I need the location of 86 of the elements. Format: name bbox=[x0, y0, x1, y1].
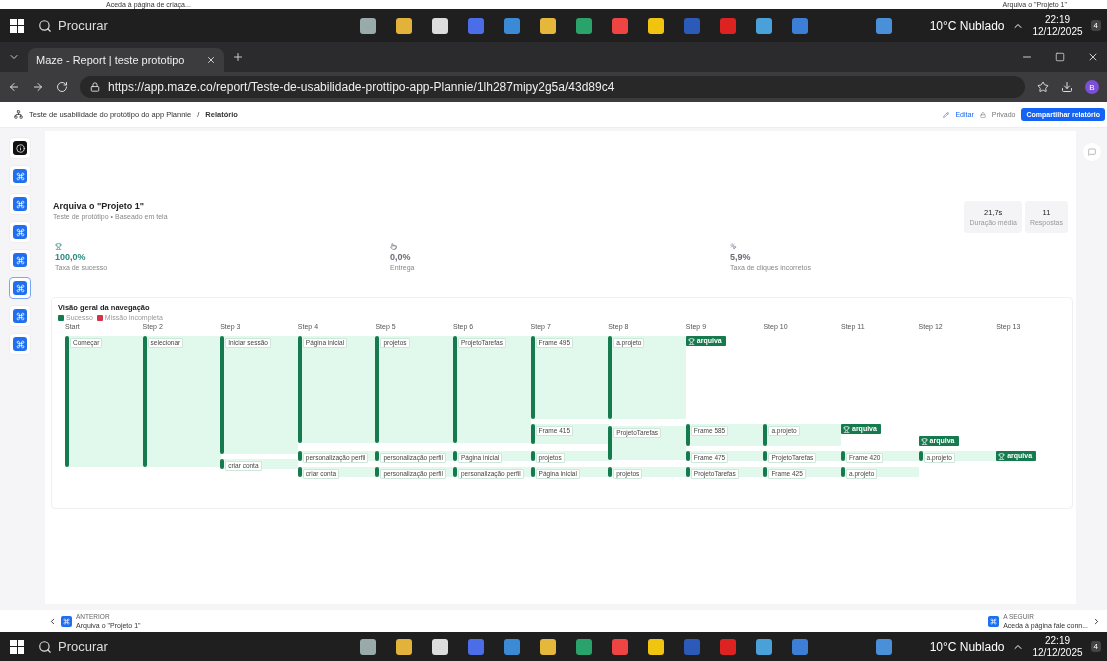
node-bar bbox=[763, 424, 768, 446]
app-icon[interactable] bbox=[540, 17, 556, 34]
node-bar bbox=[841, 451, 845, 461]
metric-value: 0,0% bbox=[390, 252, 412, 262]
bookmark-icon[interactable] bbox=[1037, 81, 1049, 93]
node-bar bbox=[453, 467, 457, 477]
app-icon[interactable] bbox=[432, 638, 448, 655]
node-bar bbox=[297, 451, 302, 461]
trophy-icon bbox=[687, 337, 695, 345]
app-icon[interactable] bbox=[648, 17, 664, 34]
app-icon[interactable] bbox=[648, 638, 664, 655]
command-icon bbox=[15, 199, 25, 209]
address-bar[interactable]: https://app.maze.co/report/Teste-de-usabilidade-prottipo-app-Plannie/1lh287mipy2g5a/43d89c4 bbox=[80, 76, 1025, 98]
browser-tab[interactable]: Maze - Report | teste prototipo bbox=[28, 48, 224, 72]
workspace-icon[interactable] bbox=[14, 110, 23, 119]
chevron-left-icon bbox=[48, 616, 57, 626]
app-icon[interactable] bbox=[432, 17, 448, 34]
node-bar bbox=[763, 451, 768, 461]
profile-avatar[interactable]: B bbox=[1085, 80, 1099, 94]
node-bar bbox=[685, 424, 690, 446]
help-icon[interactable] bbox=[876, 638, 892, 655]
reload-icon[interactable] bbox=[56, 81, 68, 93]
app-icon[interactable] bbox=[396, 638, 412, 655]
node-bar bbox=[375, 451, 380, 461]
chevron-right-icon bbox=[1092, 616, 1101, 626]
windows-start-icon[interactable] bbox=[10, 18, 24, 33]
node-bar bbox=[530, 424, 535, 444]
command-icon bbox=[15, 311, 25, 321]
forward-icon[interactable] bbox=[32, 81, 44, 93]
command-icon bbox=[61, 615, 72, 627]
weather-text[interactable]: 10°C Nublado bbox=[929, 18, 1005, 33]
windows-start-icon[interactable] bbox=[10, 639, 24, 654]
weather-text[interactable]: 10°C Nublado bbox=[929, 639, 1005, 654]
node-bar bbox=[918, 451, 923, 461]
lock-icon bbox=[90, 82, 100, 92]
node-bar bbox=[375, 467, 380, 477]
node-bar bbox=[685, 451, 690, 461]
close-tab-icon[interactable] bbox=[206, 55, 216, 65]
node-bar bbox=[608, 467, 613, 477]
trophy-icon bbox=[55, 243, 62, 250]
download-icon[interactable] bbox=[1061, 81, 1073, 93]
app-icon[interactable] bbox=[396, 17, 412, 34]
app-icon[interactable] bbox=[576, 17, 592, 34]
app-icon[interactable] bbox=[360, 17, 376, 34]
command-icon bbox=[15, 171, 25, 181]
pencil-icon bbox=[943, 111, 950, 118]
trophy-icon bbox=[843, 425, 850, 433]
help-icon[interactable] bbox=[876, 17, 892, 34]
command-icon bbox=[15, 227, 25, 237]
notification-badge[interactable]: 4 bbox=[1090, 641, 1101, 652]
node-bar bbox=[453, 451, 457, 461]
metric-value: 100,0% bbox=[55, 252, 87, 262]
command-icon bbox=[988, 615, 1000, 627]
new-tab-icon[interactable] bbox=[232, 51, 244, 63]
node-bar bbox=[685, 467, 690, 477]
node-bar bbox=[220, 459, 225, 469]
app-icon[interactable] bbox=[360, 638, 376, 655]
restore-icon[interactable] bbox=[1055, 52, 1065, 62]
lock-icon bbox=[979, 111, 986, 118]
command-icon bbox=[15, 283, 25, 293]
node-bar bbox=[841, 467, 845, 477]
clock[interactable]: 22:19 12/12/2025 bbox=[1032, 634, 1083, 659]
taskbar-search-field[interactable]: Procurar bbox=[32, 635, 268, 658]
taskbar-search-field[interactable]: Procurar bbox=[32, 14, 268, 37]
metric-value: 5,9% bbox=[730, 252, 752, 262]
node-bar bbox=[530, 467, 535, 477]
command-icon bbox=[15, 255, 25, 265]
block-title: Arquiva o "Projeto 1" bbox=[53, 201, 146, 211]
app-icon[interactable] bbox=[576, 638, 592, 655]
search-icon bbox=[38, 639, 52, 654]
info-icon bbox=[15, 143, 25, 153]
trophy-icon bbox=[920, 437, 928, 445]
close-icon[interactable] bbox=[1087, 51, 1099, 63]
node-bar bbox=[297, 467, 302, 477]
command-icon bbox=[15, 339, 25, 349]
app-icon[interactable] bbox=[756, 638, 772, 655]
back-icon[interactable] bbox=[8, 81, 20, 93]
app-icon[interactable] bbox=[756, 17, 772, 34]
trophy-icon bbox=[998, 452, 1006, 460]
node-bar bbox=[530, 451, 535, 461]
app-icon[interactable] bbox=[540, 638, 556, 655]
node-bar bbox=[763, 467, 768, 477]
clock[interactable]: 22:19 12/12/2025 bbox=[1032, 13, 1083, 38]
node-bar bbox=[608, 426, 613, 460]
notification-badge[interactable]: 4 bbox=[1090, 20, 1101, 31]
search-icon bbox=[38, 18, 52, 33]
